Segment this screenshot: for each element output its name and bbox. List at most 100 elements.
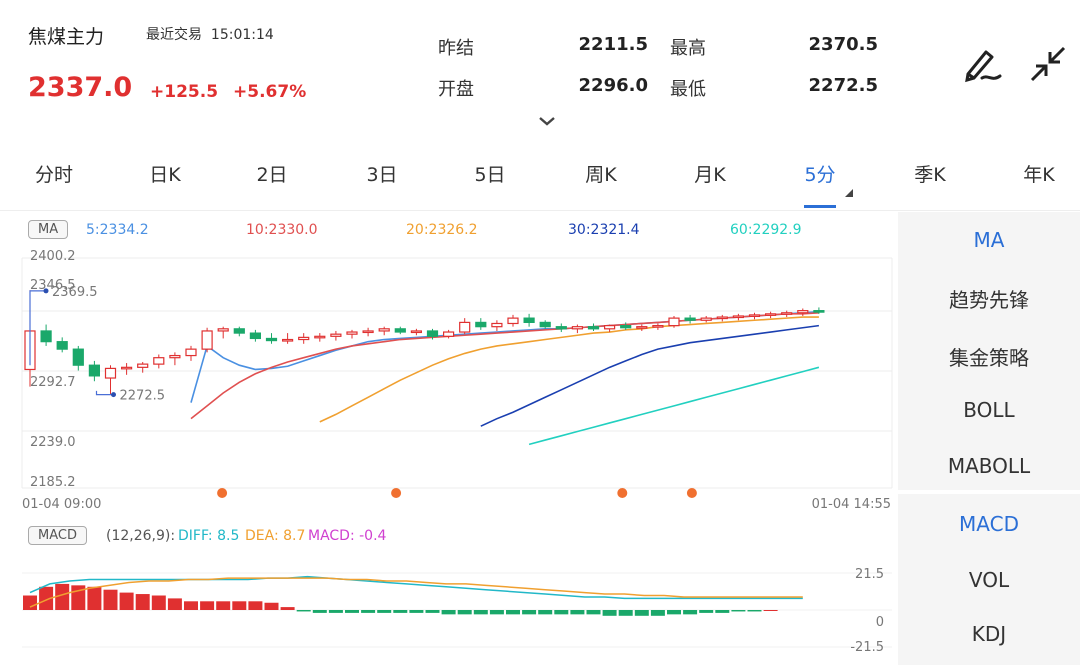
macd-bar-neg xyxy=(650,610,665,616)
expand-chevron-icon[interactable] xyxy=(538,112,556,131)
tab-yearly-k[interactable]: 年K xyxy=(999,160,1079,187)
candle-up xyxy=(748,314,761,318)
low-label: 最低 xyxy=(670,79,706,100)
candle-up xyxy=(571,326,584,330)
ma20-legend: 20:2326.2 xyxy=(406,222,478,238)
last-price: 2337.0 xyxy=(28,72,133,103)
macd-bar-neg xyxy=(715,610,730,613)
macd-bar-pos xyxy=(167,598,182,610)
candle-down xyxy=(475,321,487,328)
indicator-macd[interactable]: MACD xyxy=(898,512,1080,536)
ma10-legend: 10:2330.0 xyxy=(246,222,318,238)
tab-3day[interactable]: 3日 xyxy=(342,160,422,187)
macd-bar-pos xyxy=(87,586,102,610)
draw-pen-icon[interactable] xyxy=(962,44,1004,88)
candle-up xyxy=(362,330,374,334)
candle-down xyxy=(523,317,535,324)
macd-chart[interactable]: 21.5 0 -21.5 xyxy=(0,548,898,665)
macd-bar-neg xyxy=(441,610,456,615)
low-value: 2272.5 xyxy=(808,75,878,96)
macd-bar-neg xyxy=(473,610,488,615)
tab-monthly-k[interactable]: 月K xyxy=(670,160,750,187)
time-start-label: 01-04 09:00 xyxy=(22,497,101,512)
high-value: 2370.5 xyxy=(808,34,878,55)
macd-bar-neg xyxy=(296,610,311,612)
macd-bar-pos xyxy=(232,601,247,610)
price-change-pct: +5.67% xyxy=(233,82,307,102)
macd-params: (12,26,9): xyxy=(106,528,176,544)
tab-dropdown-icon[interactable] xyxy=(844,183,854,202)
macd-bar-neg xyxy=(425,610,440,613)
indicator-boll[interactable]: BOLL xyxy=(898,398,1080,422)
tab-weekly-k[interactable]: 周K xyxy=(561,160,641,187)
candle-up xyxy=(603,325,616,330)
tab-intraday[interactable]: 分时 xyxy=(14,160,94,187)
macd-bar-pos xyxy=(264,602,279,610)
macd-bar-neg xyxy=(393,610,408,613)
macd-bar-neg xyxy=(312,610,327,613)
candle-up xyxy=(314,335,326,339)
ma30-legend: 30:2321.4 xyxy=(568,222,640,238)
price-tick-label: 2185.2 xyxy=(30,475,76,490)
macd-bar-neg xyxy=(683,610,698,615)
candle-down xyxy=(249,332,261,340)
candle-down xyxy=(620,325,632,329)
tab-quarterly-k[interactable]: 季K xyxy=(890,160,970,187)
indicator-fund-strategy[interactable]: 集金策略 xyxy=(898,342,1080,371)
macd-indicator-tag[interactable]: MACD xyxy=(28,526,87,545)
open-label: 开盘 xyxy=(438,79,474,100)
tab-5day[interactable]: 5日 xyxy=(450,160,530,187)
macd-bar-neg xyxy=(457,610,472,615)
macd-bar-neg xyxy=(328,610,343,613)
macd-bar-pos xyxy=(248,601,263,610)
candle-up xyxy=(507,317,519,325)
event-marker xyxy=(391,488,402,498)
price-change: +125.5 xyxy=(150,82,219,102)
candle-down xyxy=(40,330,52,343)
candle-up xyxy=(764,313,777,316)
indicator-ma[interactable]: MA xyxy=(898,228,1080,252)
candle-down xyxy=(394,328,406,333)
macd-value-legend: MACD: -0.4 xyxy=(308,528,387,544)
candle-up xyxy=(104,367,117,379)
candle-up xyxy=(410,330,422,334)
macd-bar-pos xyxy=(151,595,166,610)
candle-up xyxy=(716,316,728,320)
macd-bar-neg xyxy=(586,610,601,615)
collapse-icon[interactable] xyxy=(1028,44,1068,88)
candle-up xyxy=(668,317,680,327)
time-end-label: 01-04 14:55 xyxy=(812,497,891,512)
tab-2day[interactable]: 2日 xyxy=(232,160,312,187)
candle-up xyxy=(797,310,809,314)
candle-down xyxy=(88,364,101,377)
main-indicator-panel: MA 趋势先锋 集金策略 BOLL MABOLL xyxy=(898,212,1080,490)
low-marker-dot xyxy=(111,392,116,398)
indicator-trend-pioneer[interactable]: 趋势先锋 xyxy=(898,284,1080,313)
macd-bar-pos xyxy=(280,607,295,610)
kline-chart[interactable]: 2400.22346.52292.72239.02185.22369.52272… xyxy=(0,240,898,520)
macd-bar-neg xyxy=(699,610,714,613)
ma-indicator-tag[interactable]: MA xyxy=(28,220,69,239)
indicator-maboll[interactable]: MABOLL xyxy=(898,454,1080,478)
candle-up xyxy=(137,363,149,368)
candle-up xyxy=(443,331,455,337)
ma5-legend: 5:2334.2 xyxy=(86,222,149,238)
candle-up xyxy=(330,333,342,337)
high-annotation: 2369.5 xyxy=(52,285,98,300)
event-marker xyxy=(686,488,697,498)
tab-daily-k[interactable]: 日K xyxy=(125,160,205,187)
macd-bar-neg xyxy=(618,610,633,616)
indicator-vol[interactable]: VOL xyxy=(898,568,1080,592)
indicator-kdj[interactable]: KDJ xyxy=(898,622,1080,646)
macd-bar-pos xyxy=(216,601,231,610)
candle-up xyxy=(732,315,745,319)
candle-up xyxy=(169,354,181,359)
candle-up xyxy=(491,322,503,328)
divider xyxy=(0,210,1080,211)
ma60-line xyxy=(528,366,820,446)
candle-up xyxy=(298,336,310,341)
candle-down xyxy=(539,321,551,328)
macd-bar-neg xyxy=(731,610,746,612)
candle-down xyxy=(426,330,439,337)
macd-bar-neg xyxy=(554,610,569,615)
